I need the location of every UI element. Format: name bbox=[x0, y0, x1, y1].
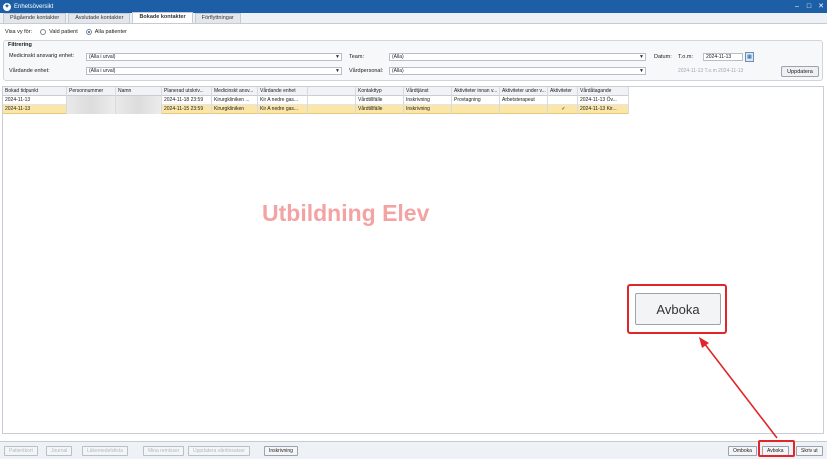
column-header[interactable]: Bokad tidpunkt bbox=[3, 87, 67, 96]
radio-all-patients[interactable] bbox=[85, 29, 92, 35]
avboka-highlight-box bbox=[758, 440, 795, 457]
column-header[interactable]: Vårdande enhet bbox=[258, 87, 308, 96]
care-unit-select[interactable]: (Alla i urval) ▼ bbox=[86, 67, 342, 75]
my-referrals-button[interactable]: Mina remisser bbox=[143, 446, 185, 456]
radio-all-patients-label[interactable]: Alla patienter bbox=[95, 29, 127, 35]
calendar-icon[interactable]: ▦ bbox=[745, 52, 754, 62]
responsible-unit-label: Medicinskt ansvarig enhet: bbox=[9, 53, 75, 59]
update-care-efforts-button[interactable]: Uppdatera vårdinsatser bbox=[188, 446, 250, 456]
tom-label: T.o.m: bbox=[678, 54, 693, 60]
view-label: Visa vy för: bbox=[5, 29, 33, 35]
bottom-toolbar: Patientkort Journal Läkemedelslista Mina… bbox=[0, 441, 827, 459]
table-cell bbox=[308, 105, 356, 114]
table-cell: 2024-11-13 bbox=[3, 96, 67, 105]
table-row[interactable]: 2024-11-13 2024-11-18 23:59 Kirurgklinik… bbox=[3, 96, 629, 105]
staff-select[interactable]: (Alla) ▼ bbox=[389, 67, 646, 75]
filter-title: Filtrering bbox=[8, 42, 32, 48]
training-watermark: Utbildning Elev bbox=[262, 200, 430, 226]
chevron-down-icon: ▼ bbox=[335, 54, 340, 60]
table-cell: 2024-11-13 Kir... bbox=[578, 105, 629, 114]
table-row-selected[interactable]: 2024-11-13 2024-11-15 23:59 Kirurgklinik… bbox=[3, 105, 629, 114]
journal-button[interactable]: Journal bbox=[46, 446, 73, 456]
team-label: Team: bbox=[349, 54, 364, 60]
booked-contacts-table: Bokad tidpunkt Personnummer Namn Planera… bbox=[2, 86, 824, 434]
print-button[interactable]: Skriv ut bbox=[796, 446, 823, 456]
staff-label: Vårdpersonal: bbox=[349, 68, 384, 74]
responsible-unit-value: (Alla i urval) bbox=[89, 54, 116, 60]
table-cell: Inskrivning bbox=[404, 96, 452, 105]
table-cell: Kirurgkliniken bbox=[212, 105, 258, 114]
column-header[interactable]: Kontakttyp bbox=[356, 87, 404, 96]
column-header[interactable]: Personnummer bbox=[67, 87, 116, 96]
tab-transfers[interactable]: Förflyttningar bbox=[194, 13, 241, 23]
tab-ongoing[interactable]: Pågående kontakter bbox=[3, 13, 67, 23]
table-cell bbox=[308, 96, 356, 105]
personal-number-cell bbox=[67, 96, 116, 105]
column-header[interactable]: Planerad utskriv... bbox=[162, 87, 212, 96]
table-cell: Arbetsterapeut bbox=[500, 96, 548, 105]
date-range-hint: 2024-11-13 T.o.m 2024-11-13 bbox=[678, 68, 744, 74]
chevron-down-icon: ▼ bbox=[335, 68, 340, 74]
column-header[interactable]: Aktiviteter innan v... bbox=[452, 87, 500, 96]
medication-list-button[interactable]: Läkemedelslista bbox=[82, 446, 128, 456]
window-titlebar: ✦ Enhetsöversikt – □ ✕ bbox=[0, 0, 827, 13]
column-header[interactable] bbox=[308, 87, 356, 96]
table-cell: Vårdtillfälle bbox=[356, 96, 404, 105]
name-cell bbox=[116, 96, 162, 105]
table-cell: Kir A nedre gas... bbox=[258, 96, 308, 105]
team-select[interactable]: (Alla) ▼ bbox=[389, 53, 646, 61]
tab-strip: Pågående kontakter Avslutade kontakter B… bbox=[0, 12, 827, 24]
table-cell: 2024-11-15 23:59 bbox=[162, 105, 212, 114]
column-header[interactable]: Medicinskt ansv... bbox=[212, 87, 258, 96]
view-selector: Visa vy för: Vald patient Alla patienter bbox=[5, 27, 127, 37]
radio-selected-patient-label[interactable]: Vald patient bbox=[49, 29, 78, 35]
staff-value: (Alla) bbox=[392, 68, 404, 74]
table-header: Bokad tidpunkt Personnummer Namn Planera… bbox=[3, 87, 629, 96]
table-cell: 2024-11-13 bbox=[3, 105, 67, 114]
chevron-down-icon: ▼ bbox=[639, 54, 644, 60]
tab-finished[interactable]: Avslutade kontakter bbox=[68, 13, 131, 23]
table-cell bbox=[548, 96, 578, 105]
table-cell: Kirurgkliniken ... bbox=[212, 96, 258, 105]
checkmark-icon: ✓ bbox=[548, 105, 578, 114]
table-cell bbox=[452, 105, 500, 114]
minimize-icon[interactable]: – bbox=[791, 0, 803, 13]
tom-date-input[interactable]: 2024-11-13 bbox=[703, 53, 743, 61]
maximize-icon[interactable]: □ bbox=[803, 0, 815, 13]
tab-booked[interactable]: Bokade kontakter bbox=[132, 12, 193, 23]
app-logo-icon: ✦ bbox=[3, 2, 11, 11]
column-header[interactable]: Vårdåtagande bbox=[578, 87, 629, 96]
column-header[interactable]: Namn bbox=[116, 87, 162, 96]
zoom-callout: Avboka bbox=[627, 284, 727, 334]
column-header[interactable]: Aktiviteter bbox=[548, 87, 578, 96]
close-icon[interactable]: ✕ bbox=[815, 0, 827, 13]
rebook-button[interactable]: Ombokа bbox=[728, 446, 757, 456]
table-cell bbox=[500, 105, 548, 114]
update-button[interactable]: Uppdatera bbox=[781, 66, 819, 77]
name-cell bbox=[116, 105, 162, 114]
care-unit-label: Vårdande enhet: bbox=[9, 68, 50, 74]
table-cell: 2024-11-13 Öv... bbox=[578, 96, 629, 105]
radio-selected-patient[interactable] bbox=[40, 29, 47, 35]
column-header[interactable]: Vårdtjänst bbox=[404, 87, 452, 96]
callout-avboka-button: Avboka bbox=[635, 293, 721, 325]
date-label: Datum: bbox=[654, 54, 672, 60]
table-cell: Kir A nedre gas... bbox=[258, 105, 308, 114]
table-cell: Inskrivning bbox=[404, 105, 452, 114]
personal-number-cell bbox=[67, 105, 116, 114]
responsible-unit-select[interactable]: (Alla i urval) ▼ bbox=[86, 53, 342, 61]
column-header[interactable]: Aktiviteter under v... bbox=[500, 87, 548, 96]
team-value: (Alla) bbox=[392, 54, 404, 60]
tom-date-value: 2024-11-13 bbox=[706, 54, 732, 60]
care-unit-value: (Alla i urval) bbox=[89, 68, 116, 74]
enrollment-button[interactable]: Inskrivning bbox=[264, 446, 298, 456]
table-cell: Vårdtillfälle bbox=[356, 105, 404, 114]
table-cell: Provtagning bbox=[452, 96, 500, 105]
patient-card-button[interactable]: Patientkort bbox=[4, 446, 38, 456]
window-title: Enhetsöversikt bbox=[14, 3, 54, 10]
chevron-down-icon: ▼ bbox=[639, 68, 644, 74]
table-cell: 2024-11-18 23:59 bbox=[162, 96, 212, 105]
